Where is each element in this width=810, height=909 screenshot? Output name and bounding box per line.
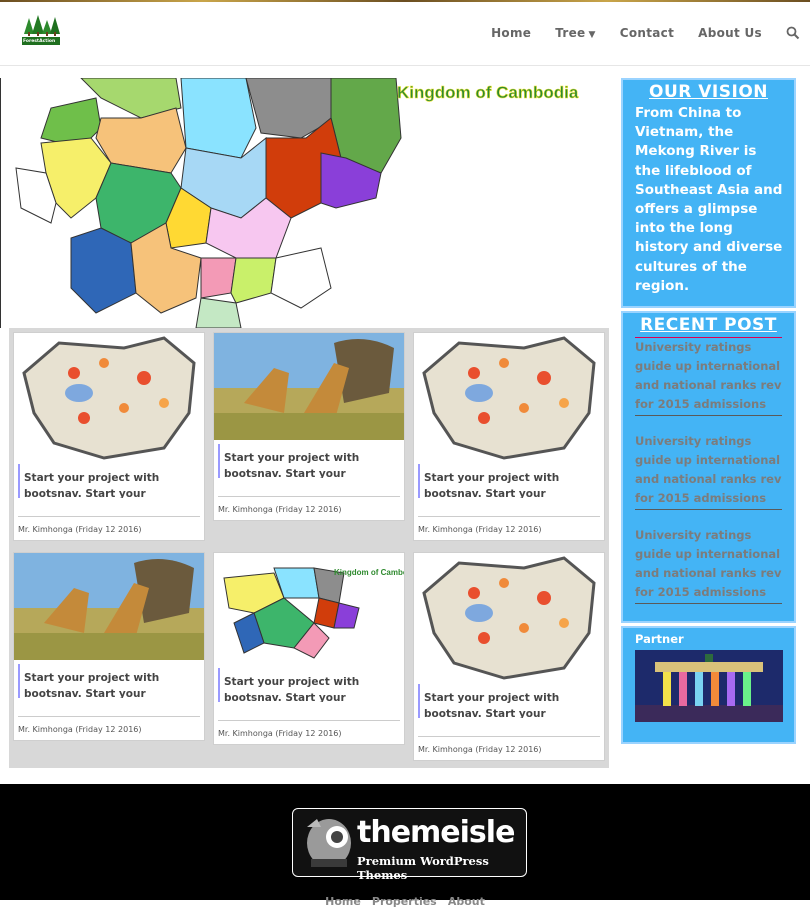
- card-thumbnail-heatmap: [414, 333, 604, 460]
- nav-tree[interactable]: Tree ▼: [555, 26, 596, 40]
- card-author: Mr. Kimhonga: [418, 745, 473, 754]
- card-text[interactable]: Start your project with bootsnav. Start …: [18, 464, 200, 498]
- card-date: (Friday 12 2016): [275, 505, 342, 514]
- footer-brand: themeisle: [357, 815, 515, 850]
- card-author: Mr. Kimhonga: [218, 505, 273, 514]
- cambodia-province-map: Kingdom of Cambodia: [1, 78, 609, 328]
- footer-link-properties[interactable]: Properties: [372, 895, 437, 908]
- recent-post-link[interactable]: University ratings guide up internationa…: [635, 432, 782, 510]
- hero-map: Kingdom of Cambodia: [0, 78, 609, 328]
- card-thumbnail-heatmap: [414, 553, 604, 680]
- nav-about[interactable]: About Us: [698, 26, 762, 40]
- thumb-map-title: Kingdom of Cambodia: [334, 568, 404, 577]
- vision-panel: OUR VISION From China to Vietnam, the Me…: [621, 78, 796, 308]
- themeisle-logo[interactable]: themeisle Premium WordPress Themes: [292, 808, 527, 882]
- recent-post-link[interactable]: University ratings guide up internationa…: [635, 338, 782, 416]
- card-text[interactable]: Start your project with bootsnav. Start …: [418, 684, 600, 718]
- search-icon[interactable]: [786, 26, 800, 40]
- recent-post-list: University ratings guide up internationa…: [635, 337, 782, 604]
- card-author: Mr. Kimhonga: [18, 725, 73, 734]
- partner-panel: Partner: [621, 626, 796, 744]
- card-thumbnail-heatmap: [14, 333, 204, 460]
- card-meta: Mr. Kimhonga (Friday 12 2016): [418, 516, 600, 540]
- hero-map-title: Kingdom of Cambodia: [397, 83, 579, 102]
- post-grid: Start your project with bootsnav. Start …: [9, 328, 609, 768]
- card-meta: Mr. Kimhonga (Friday 12 2016): [18, 516, 200, 540]
- card-author: Mr. Kimhonga: [218, 729, 273, 738]
- partner-image[interactable]: [635, 650, 783, 722]
- footer: themeisle Premium WordPress Themes Home …: [0, 784, 810, 908]
- footer-tagline: Premium WordPress Themes: [357, 854, 489, 882]
- post-card[interactable]: Start your project with bootsnav. Start …: [213, 332, 405, 521]
- logo-text: ForestAction: [23, 39, 56, 44]
- nav-contact[interactable]: Contact: [620, 26, 674, 40]
- card-meta: Mr. Kimhonga (Friday 12 2016): [18, 716, 200, 740]
- card-date: (Friday 12 2016): [475, 525, 542, 534]
- nav-tree-label: Tree: [555, 26, 586, 40]
- vision-title: OUR VISION: [649, 82, 768, 102]
- card-thumbnail-province-map: Kingdom of Cambodia: [214, 553, 404, 664]
- navbar: ForestAction Home Tree ▼ Contact About Us: [0, 2, 810, 66]
- post-card[interactable]: Start your project with bootsnav. Start …: [413, 552, 605, 761]
- card-date: (Friday 12 2016): [75, 525, 142, 534]
- card-date: (Friday 12 2016): [475, 745, 542, 754]
- card-text[interactable]: Start your project with bootsnav. Start …: [218, 444, 400, 478]
- card-text[interactable]: Start your project with bootsnav. Start …: [218, 668, 400, 702]
- post-card[interactable]: Start your project with bootsnav. Start …: [13, 332, 205, 541]
- card-text[interactable]: Start your project with bootsnav. Start …: [18, 664, 200, 698]
- card-text[interactable]: Start your project with bootsnav. Start …: [418, 464, 600, 498]
- partner-title: Partner: [635, 632, 684, 646]
- card-date: (Friday 12 2016): [75, 725, 142, 734]
- caret-down-icon: ▼: [588, 30, 596, 40]
- themeisle-owl-icon: [307, 819, 351, 867]
- card-author: Mr. Kimhonga: [418, 525, 473, 534]
- post-card[interactable]: Start your project with bootsnav. Start …: [413, 332, 605, 541]
- recent-post-link[interactable]: University ratings guide up internationa…: [635, 526, 782, 604]
- footer-link-about[interactable]: About: [448, 895, 485, 908]
- recent-post-title: RECENT POST: [640, 315, 777, 335]
- card-date: (Friday 12 2016): [275, 729, 342, 738]
- vision-text: From China to Vietnam, the Mekong River …: [635, 105, 783, 294]
- card-meta: Mr. Kimhonga (Friday 12 2016): [218, 496, 400, 520]
- card-author: Mr. Kimhonga: [18, 525, 73, 534]
- card-meta: Mr. Kimhonga (Friday 12 2016): [418, 736, 600, 760]
- recent-post-panel: RECENT POST University ratings guide up …: [621, 311, 796, 623]
- nav-home[interactable]: Home: [491, 26, 531, 40]
- main-nav: Home Tree ▼ Contact About Us: [467, 26, 800, 40]
- post-card[interactable]: Start your project with bootsnav. Start …: [13, 552, 205, 741]
- footer-link-home[interactable]: Home: [325, 895, 361, 908]
- card-meta: Mr. Kimhonga (Friday 12 2016): [218, 720, 400, 744]
- card-thumbnail-giraffes: [14, 553, 204, 660]
- post-card[interactable]: Kingdom of Cambodia Start your project w…: [213, 552, 405, 745]
- card-thumbnail-giraffes: [214, 333, 404, 440]
